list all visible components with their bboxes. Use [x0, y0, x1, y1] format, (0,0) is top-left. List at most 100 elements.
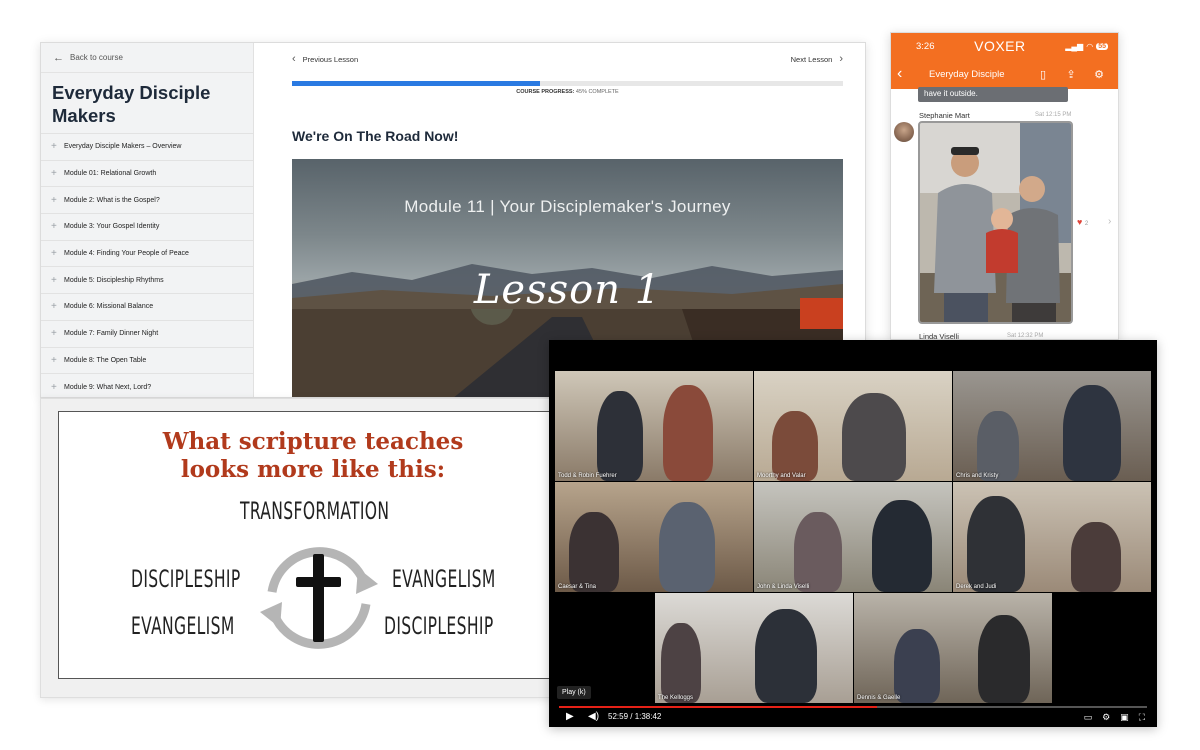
- slide-frame: What scripture teaches looks more like t…: [58, 411, 568, 679]
- module-label: Everyday Disciple Makers – Overview: [64, 143, 182, 151]
- share-icon[interactable]: ⇪: [1060, 68, 1082, 81]
- sender-time: Sat 12:32 PM: [1007, 333, 1044, 339]
- next-lesson-label: Next Lesson: [790, 54, 833, 64]
- heart-count: 2: [1084, 221, 1089, 227]
- voxer-phone: 3:26 VOXER ▂▄▆ ◠ 55 ‹ Everyday Disciple …: [890, 32, 1119, 340]
- module-item[interactable]: + Module 5: Discipleship Rhythms: [41, 266, 253, 293]
- participant-figure: [977, 411, 1019, 481]
- participant-figure: [1071, 522, 1121, 592]
- video-call-player[interactable]: Todd & Robin Fuehrer Moorthy and Valar C…: [549, 340, 1157, 727]
- participant-tile: Chris and Kristy: [953, 371, 1151, 481]
- course-sidebar: ← Back to course Everyday Disciple Maker…: [41, 43, 254, 397]
- course-title: Everyday Disciple Makers: [52, 82, 211, 126]
- chat-name: Everyday Disciple: [929, 68, 1005, 80]
- participant-figure: [661, 623, 701, 703]
- avatar: [894, 122, 914, 142]
- participant-label: Derek and Judi: [956, 584, 997, 590]
- participant-figure: [597, 391, 643, 481]
- sender-name: Stephanie Mart: [919, 111, 970, 120]
- previous-lesson-button[interactable]: ‹ Previous Lesson: [292, 53, 358, 65]
- captions-icon[interactable]: ▭: [1084, 712, 1093, 723]
- participant-label: John & Linda Viselli: [757, 584, 810, 590]
- progress-prefix: COURSE PROGRESS:: [516, 89, 575, 95]
- participant-figure: [569, 512, 619, 592]
- family-photo-image: [920, 123, 1071, 322]
- next-lesson-button[interactable]: Next Lesson ›: [791, 53, 843, 65]
- plus-icon: +: [51, 381, 57, 393]
- word-right-bottom: DISCIPLESHIP: [384, 612, 494, 640]
- plus-icon: +: [51, 354, 57, 366]
- participant-figure: [894, 629, 940, 703]
- walkie-talkie-icon[interactable]: ▯: [1032, 68, 1054, 81]
- participant-figure: [1063, 385, 1121, 481]
- play-icon[interactable]: ▶: [566, 711, 574, 722]
- participant-label: Moorthy and Valar: [757, 473, 806, 479]
- previous-lesson-label: Previous Lesson: [302, 54, 359, 64]
- back-to-course-link[interactable]: ← Back to course: [41, 43, 253, 73]
- play-tooltip: Play (k): [557, 686, 591, 699]
- back-chevron-icon[interactable]: ‹: [897, 65, 915, 83]
- settings-gear-icon[interactable]: ⚙: [1102, 712, 1110, 723]
- plus-icon: +: [51, 248, 57, 260]
- signal-icon: ▂▄▆: [1065, 41, 1084, 51]
- course-progress-bar: [292, 81, 843, 86]
- module-item[interactable]: + Module 01: Relational Growth: [41, 159, 253, 187]
- plus-icon: +: [51, 141, 57, 153]
- module-item[interactable]: + Module 9: What Next, Lord?: [41, 373, 253, 397]
- module-item[interactable]: + Module 7: Family Dinner Night: [41, 319, 253, 347]
- lesson-title: We're On The Road Now!: [292, 128, 459, 144]
- word-left-top: DISCIPLESHIP: [131, 565, 241, 593]
- voxer-header: 3:26 VOXER ▂▄▆ ◠ 55 ‹ Everyday Disciple …: [891, 33, 1118, 89]
- heart-icon[interactable]: ♥ 2: [1077, 217, 1088, 227]
- family-photo[interactable]: [918, 121, 1073, 324]
- slide-heading-line2: looks more like this:: [180, 456, 446, 483]
- word-right-top: EVANGELISM: [392, 565, 496, 593]
- module-item[interactable]: + Module 6: Missional Balance: [41, 293, 253, 320]
- settings-gear-icon[interactable]: ⚙: [1088, 68, 1110, 81]
- plus-icon: +: [51, 194, 57, 206]
- participant-figure: [772, 411, 818, 481]
- participant-figure: [842, 393, 906, 481]
- participant-tile: The Kelloggs: [655, 593, 853, 703]
- module-item[interactable]: + Module 8: The Open Table: [41, 346, 253, 374]
- word-transformation: TRANSFORMATION: [240, 497, 390, 525]
- plus-icon: +: [51, 328, 57, 340]
- plus-icon: +: [51, 221, 57, 233]
- module-label: Module 8: The Open Table: [64, 356, 147, 364]
- module-label: Module 6: Missional Balance: [64, 303, 154, 311]
- participant-tile: Moorthy and Valar: [754, 371, 952, 481]
- course-progress-fill: [292, 81, 540, 86]
- module-label: Module 01: Relational Growth: [64, 170, 157, 178]
- participant-figure: [872, 500, 932, 592]
- participant-tile: Derek and Judi: [953, 482, 1151, 592]
- scrub-bar[interactable]: [559, 706, 1147, 708]
- participant-figure: [978, 615, 1030, 703]
- chevron-right-icon[interactable]: ›: [1108, 216, 1111, 227]
- wifi-icon: ◠: [1086, 41, 1094, 51]
- message-bubble: have it outside.: [918, 87, 1068, 102]
- chevron-left-icon: ‹: [292, 53, 296, 65]
- status-bar: 3:26 VOXER ▂▄▆ ◠ 55: [891, 33, 1118, 59]
- volume-icon[interactable]: ◀): [588, 711, 599, 722]
- cross-cycle-diagram: [260, 547, 378, 649]
- participant-tile: Dennis & Gaelle: [854, 593, 1052, 703]
- participant-tile: Todd & Robin Fuehrer: [555, 371, 753, 481]
- chevron-right-icon: ›: [839, 53, 843, 65]
- module-item[interactable]: + Module 3: Your Gospel Identity: [41, 213, 253, 240]
- participant-figure: [967, 496, 1025, 592]
- participant-figure: [659, 502, 715, 592]
- module-item[interactable]: + Module 2: What is the Gospel?: [41, 186, 253, 213]
- participant-tile: Caesar & Tina: [555, 482, 753, 592]
- video-heading: Module 11 | Your Disciplemaker's Journey: [404, 197, 731, 216]
- module-item[interactable]: + Module 4: Finding Your People of Peace: [41, 239, 253, 267]
- module-item[interactable]: + Everyday Disciple Makers – Overview: [41, 133, 253, 160]
- miniplayer-icon[interactable]: ▣: [1120, 712, 1129, 723]
- sender-name: Linda Viselli: [919, 332, 959, 340]
- plus-icon: +: [51, 301, 57, 313]
- back-to-course-label: Back to course: [70, 53, 123, 62]
- module-label: Module 7: Family Dinner Night: [64, 330, 159, 338]
- module-label: Module 5: Discipleship Rhythms: [64, 276, 164, 284]
- video-script-title: Lesson 1: [473, 267, 662, 313]
- participant-label: Todd & Robin Fuehrer: [558, 473, 617, 479]
- fullscreen-icon[interactable]: ⛶: [1139, 712, 1145, 723]
